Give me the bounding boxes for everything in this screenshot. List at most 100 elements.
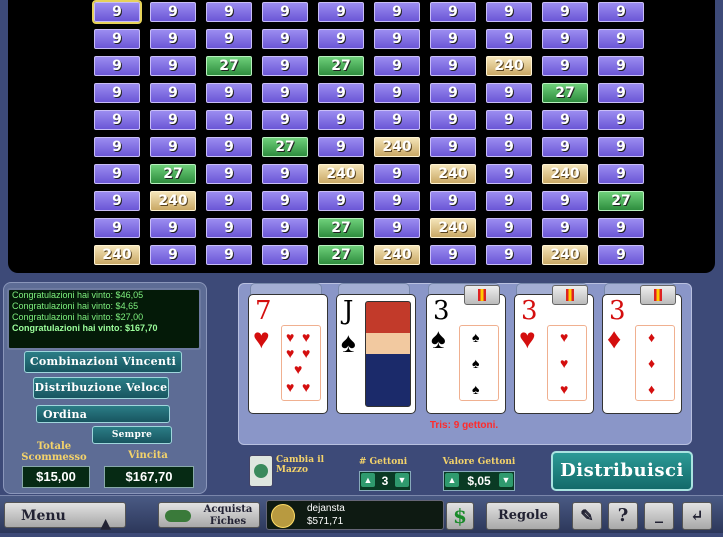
hand-payout-badge: 9 — [94, 191, 140, 211]
hand-payout-badge: 240 — [542, 245, 588, 265]
card-pip-frame: ♥ ♥ ♥ — [547, 325, 587, 401]
hand-payout-badge: 9 — [430, 83, 476, 103]
help-icon[interactable]: ? — [608, 502, 638, 530]
card-pip: ♥ — [302, 345, 311, 361]
hand-payout-badge: 27 — [150, 164, 196, 184]
coin-value-increase-icon[interactable]: ▼ — [499, 473, 513, 487]
coins-stepper[interactable]: ▲ 3 ▼ — [359, 471, 411, 491]
hand-payout-badge: 9 — [262, 164, 308, 184]
hand-payout-badge: 9 — [486, 245, 532, 265]
hand-payout-badge: 9 — [374, 164, 420, 184]
hand-payout-badge: 9 — [486, 2, 532, 22]
coin-value-decrease-icon[interactable]: ▲ — [445, 473, 459, 487]
coins-increase-icon[interactable]: ▼ — [395, 473, 409, 487]
hand-payout-badge: 9 — [598, 83, 644, 103]
hand-payout-badge: 9 — [430, 29, 476, 49]
hand-payout-badge: 27 — [318, 56, 364, 76]
held-indicator[interactable] — [464, 285, 500, 305]
playing-card[interactable]: 3 ♦ ♦ ♦ ♦ — [602, 294, 682, 414]
hand-payout-badge: 9 — [206, 137, 252, 157]
card-pip: ♥ — [560, 355, 569, 371]
hand-payout-badge: 9 — [262, 110, 308, 130]
hand-payout-badge: 9 — [374, 29, 420, 49]
hand-payout-badge: 9 — [262, 245, 308, 265]
hand-payout-badge: 240 — [430, 218, 476, 238]
held-indicator[interactable] — [552, 285, 588, 305]
sort-always-option[interactable]: Sempre — [92, 426, 172, 444]
hand-payout-badge: 9 — [318, 83, 364, 103]
card-pip: ♦ — [648, 381, 656, 397]
hand-payout-badge: 9 — [430, 191, 476, 211]
hand-payout-badge: 240 — [94, 245, 140, 265]
win-message: Congratulazioni hai vinto: $46,05 — [12, 290, 144, 300]
hand-payout-badge: 9 — [486, 218, 532, 238]
hand-payout-badge: 9 — [542, 2, 588, 22]
playing-card[interactable]: J ♠ — [336, 294, 416, 414]
win-label: Vincita — [128, 450, 168, 461]
fast-deal-button[interactable]: Distribuzione Veloce — [33, 377, 169, 399]
win-messages: Congratulazioni hai vinto: $46,05 Congra… — [7, 288, 201, 350]
hand-payout-badge: 9 — [206, 110, 252, 130]
card-rank: 3 — [521, 296, 538, 326]
card-suit-icon: ♠ — [431, 323, 446, 354]
card-pip: ♥ — [302, 329, 311, 345]
coin-value-label: Valore Gettoni — [442, 457, 516, 467]
playing-card[interactable]: 3 ♠ ♠ ♠ ♠ — [426, 294, 506, 414]
hand-payout-badge: 240 — [430, 164, 476, 184]
card-pip: ♥ — [286, 329, 295, 345]
coin-value: $,05 — [467, 474, 491, 488]
hand-payout-badge: 9 — [262, 191, 308, 211]
hand-payout-badge: 9 — [150, 110, 196, 130]
playing-card[interactable]: 7 ♥ ♥ ♥ ♥ ♥ ♥ ♥ ♥ — [248, 294, 328, 414]
deal-button[interactable]: Distribuisci — [551, 451, 693, 491]
coin-value-stepper[interactable]: ▲ $,05 ▼ — [443, 471, 515, 491]
hand-payout-badge: 240 — [318, 164, 364, 184]
hand-payout-badge: 9 — [262, 56, 308, 76]
hold-flag-icon — [478, 289, 486, 301]
playing-card[interactable]: 3 ♥ ♥ ♥ ♥ — [514, 294, 594, 414]
card-pip: ♥ — [286, 345, 295, 361]
change-deck-button[interactable] — [249, 455, 273, 487]
deck-icon — [254, 464, 268, 478]
hand-payout-badge: 9 — [374, 218, 420, 238]
card-rank: J — [343, 296, 354, 326]
settings-wrench-icon[interactable]: ✎ — [572, 502, 602, 530]
card-suit-icon: ♥ — [519, 323, 536, 354]
hand-payout-badge: 9 — [374, 2, 420, 22]
buy-chips-button[interactable]: Acquista Fiches — [158, 502, 260, 528]
hand-payout-badge: 9 — [262, 29, 308, 49]
hand-payout-badge: 9 — [430, 56, 476, 76]
hand-payout-badge: 9 — [542, 29, 588, 49]
hand-payout-badge: 9 — [206, 191, 252, 211]
win-value: $167,70 — [104, 466, 194, 488]
hand-payout-badge: 9 — [374, 110, 420, 130]
card-rank: 3 — [609, 296, 626, 326]
hand-payout-badge: 9 — [318, 110, 364, 130]
sort-button[interactable]: Ordina — [36, 405, 170, 423]
menu-button[interactable]: Menu ▲ — [4, 502, 126, 532]
player-info: dejansta $571,71 — [266, 500, 444, 530]
hand-payout-badge: 9 — [150, 83, 196, 103]
hand-payout-badge: 27 — [262, 137, 308, 157]
minimize-icon[interactable]: _ — [644, 502, 674, 530]
hand-payout-badge: 9 — [598, 2, 644, 22]
hand-payout-badge: 9 — [430, 245, 476, 265]
rules-button[interactable]: Regole — [486, 502, 560, 530]
cashier-dollar-icon[interactable]: $ — [446, 502, 474, 530]
hand-payout-badge: 9 — [430, 110, 476, 130]
card-pip: ♥ — [560, 329, 569, 345]
hand-payout-badge: 27 — [598, 191, 644, 211]
hand-payout-badge: 9 — [542, 110, 588, 130]
winning-combinations-button[interactable]: Combinazioni Vincenti — [24, 351, 182, 373]
card-suit-icon: ♠ — [341, 327, 356, 358]
hand-payout-badge: 9 — [150, 56, 196, 76]
hand-payout-badge: 9 — [374, 191, 420, 211]
hand-payout-badge: 9 — [94, 164, 140, 184]
card-pip: ♥ — [302, 379, 311, 395]
held-indicator[interactable] — [640, 285, 676, 305]
exit-icon[interactable]: ↵ — [682, 502, 712, 530]
hand-payout-badge: 27 — [206, 56, 252, 76]
coins-decrease-icon[interactable]: ▲ — [361, 473, 375, 487]
hand-payout-badge: 9 — [150, 218, 196, 238]
player-balance: $571,71 — [307, 516, 344, 527]
